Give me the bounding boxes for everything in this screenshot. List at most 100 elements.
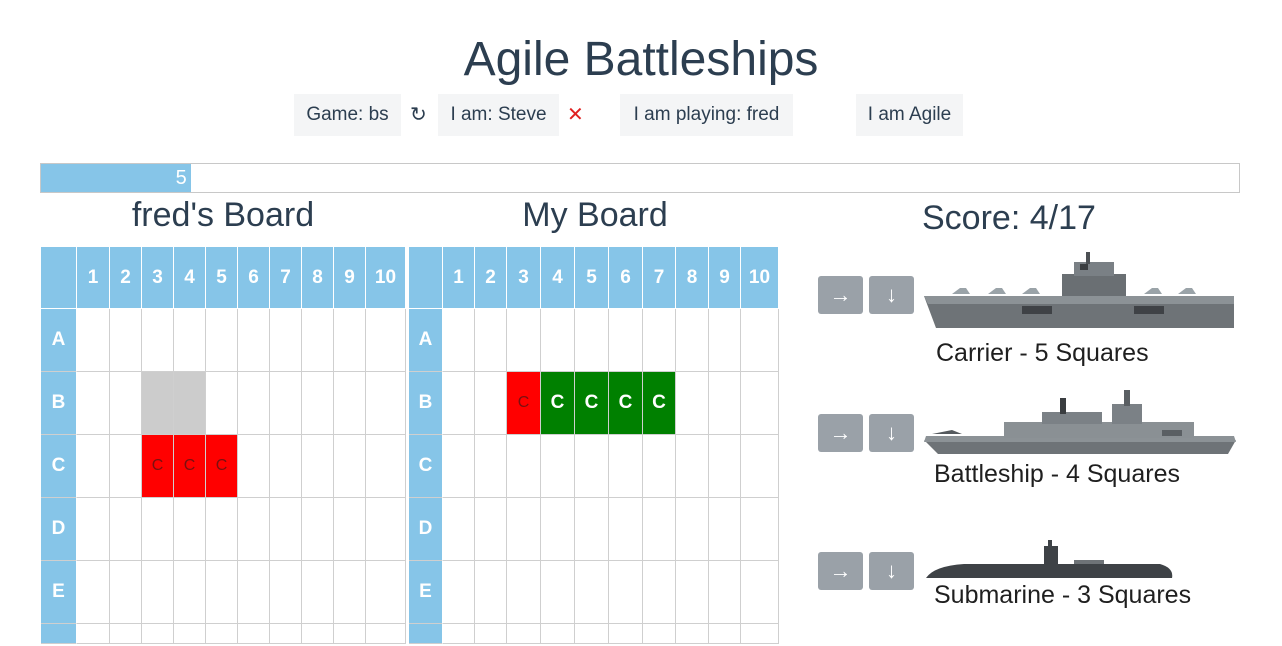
my_board-cell[interactable] bbox=[541, 624, 575, 644]
battleship-horizontal-button[interactable]: → bbox=[818, 414, 863, 452]
opponent_board-cell[interactable] bbox=[142, 624, 174, 644]
opponent_board-cell[interactable] bbox=[77, 624, 110, 644]
opponent_board-cell[interactable] bbox=[77, 435, 110, 498]
my_board-cell[interactable] bbox=[643, 498, 676, 561]
opponent_board-cell[interactable] bbox=[77, 498, 110, 561]
my_board-cell[interactable] bbox=[443, 435, 475, 498]
my_board-cell[interactable] bbox=[443, 309, 475, 372]
opponent_board-cell[interactable] bbox=[270, 498, 302, 561]
my_board-cell[interactable] bbox=[475, 498, 507, 561]
my_board-cell[interactable] bbox=[609, 498, 643, 561]
my_board-cell[interactable] bbox=[709, 624, 741, 644]
my_board-cell[interactable] bbox=[643, 435, 676, 498]
my_board-cell[interactable] bbox=[643, 624, 676, 644]
my_board-cell[interactable] bbox=[475, 435, 507, 498]
my_board-cell[interactable] bbox=[507, 435, 541, 498]
my_board-cell[interactable] bbox=[475, 372, 507, 435]
my_board-cell[interactable] bbox=[741, 435, 779, 498]
opponent_board-cell[interactable] bbox=[174, 309, 206, 372]
refresh-icon[interactable]: ↻ bbox=[410, 94, 428, 136]
opponent_board-cell[interactable] bbox=[174, 624, 206, 644]
my_board-cell[interactable] bbox=[609, 561, 643, 624]
opponent_board-cell[interactable] bbox=[206, 624, 238, 644]
submarine-vertical-button[interactable]: ↓ bbox=[869, 552, 914, 590]
opponent_board-cell[interactable] bbox=[77, 309, 110, 372]
my_board-cell[interactable] bbox=[709, 372, 741, 435]
opponent_board-cell[interactable] bbox=[238, 435, 270, 498]
opponent_board-cell[interactable]: C bbox=[142, 435, 174, 498]
opponent_board-cell[interactable] bbox=[174, 372, 206, 435]
my_board-cell[interactable] bbox=[575, 309, 609, 372]
carrier-ship-icon[interactable] bbox=[922, 248, 1238, 332]
my_board-cell[interactable] bbox=[709, 498, 741, 561]
my_board-cell[interactable]: C bbox=[575, 372, 609, 435]
opponent_board-cell[interactable] bbox=[142, 561, 174, 624]
opponent_board-cell[interactable] bbox=[174, 561, 206, 624]
opponent_board-cell[interactable] bbox=[77, 372, 110, 435]
my_board-cell[interactable] bbox=[575, 435, 609, 498]
my_board-cell[interactable] bbox=[643, 309, 676, 372]
opponent_board-cell[interactable] bbox=[270, 309, 302, 372]
my_board-cell[interactable] bbox=[609, 309, 643, 372]
battleship-vertical-button[interactable]: ↓ bbox=[869, 414, 914, 452]
my_board-cell[interactable] bbox=[741, 624, 779, 644]
my_board-cell[interactable] bbox=[443, 561, 475, 624]
my_board-cell[interactable] bbox=[541, 435, 575, 498]
opponent_board-cell[interactable] bbox=[366, 498, 406, 561]
opponent_board-cell[interactable] bbox=[270, 561, 302, 624]
opponent_board-cell[interactable] bbox=[206, 498, 238, 561]
opponent_board-cell[interactable] bbox=[302, 309, 334, 372]
opponent_board-cell[interactable] bbox=[174, 498, 206, 561]
my_board-cell[interactable] bbox=[609, 435, 643, 498]
opponent_board-cell[interactable] bbox=[238, 372, 270, 435]
my_board-cell[interactable] bbox=[676, 435, 709, 498]
my_board-cell[interactable] bbox=[443, 498, 475, 561]
my_board-cell[interactable] bbox=[507, 624, 541, 644]
submarine-horizontal-button[interactable]: → bbox=[818, 552, 863, 590]
my_board-cell[interactable] bbox=[507, 309, 541, 372]
opponent_board-cell[interactable] bbox=[110, 561, 142, 624]
my_board-cell[interactable] bbox=[741, 372, 779, 435]
opponent_board-cell[interactable]: C bbox=[174, 435, 206, 498]
my_board-cell[interactable] bbox=[643, 561, 676, 624]
my_board-cell[interactable] bbox=[709, 309, 741, 372]
opponent_board-cell[interactable] bbox=[110, 498, 142, 561]
opponent_board-cell[interactable] bbox=[77, 561, 110, 624]
my_board-cell[interactable]: C bbox=[541, 372, 575, 435]
opponent_board-cell[interactable] bbox=[238, 561, 270, 624]
opponent_board-cell[interactable] bbox=[334, 435, 366, 498]
opponent_board-cell[interactable] bbox=[302, 624, 334, 644]
my_board-cell[interactable] bbox=[676, 561, 709, 624]
my_board-cell[interactable] bbox=[475, 624, 507, 644]
opponent_board-cell[interactable] bbox=[302, 435, 334, 498]
close-icon[interactable]: ✕ bbox=[567, 94, 587, 136]
opponent_board-cell[interactable] bbox=[334, 561, 366, 624]
opponent_board-cell[interactable] bbox=[366, 435, 406, 498]
carrier-vertical-button[interactable]: ↓ bbox=[869, 276, 914, 314]
my_board-cell[interactable] bbox=[475, 561, 507, 624]
my_board-cell[interactable] bbox=[475, 309, 507, 372]
my_board-cell[interactable] bbox=[676, 309, 709, 372]
opponent_board-cell[interactable] bbox=[302, 498, 334, 561]
my_board-cell[interactable] bbox=[541, 498, 575, 561]
opponent_board-cell[interactable] bbox=[302, 372, 334, 435]
opponent_board-cell[interactable] bbox=[110, 435, 142, 498]
my_board-cell[interactable] bbox=[741, 561, 779, 624]
opponent_board-cell[interactable] bbox=[270, 624, 302, 644]
opponent_board-cell[interactable] bbox=[334, 624, 366, 644]
opponent_board-cell[interactable] bbox=[334, 498, 366, 561]
opponent_board-cell[interactable] bbox=[366, 309, 406, 372]
my_board-cell[interactable] bbox=[541, 309, 575, 372]
opponent_board-cell[interactable] bbox=[302, 561, 334, 624]
opponent_board-cell[interactable] bbox=[334, 372, 366, 435]
my_board-cell[interactable] bbox=[741, 309, 779, 372]
opponent_board-cell[interactable] bbox=[238, 624, 270, 644]
opponent_board-cell[interactable] bbox=[206, 309, 238, 372]
my_board-cell[interactable] bbox=[676, 624, 709, 644]
opponent_board-cell[interactable] bbox=[142, 309, 174, 372]
my_board-cell[interactable] bbox=[741, 498, 779, 561]
opponent_board-cell[interactable] bbox=[206, 561, 238, 624]
my_board-cell[interactable] bbox=[709, 435, 741, 498]
opponent_board-cell[interactable]: C bbox=[206, 435, 238, 498]
opponent_board-cell[interactable] bbox=[110, 624, 142, 644]
